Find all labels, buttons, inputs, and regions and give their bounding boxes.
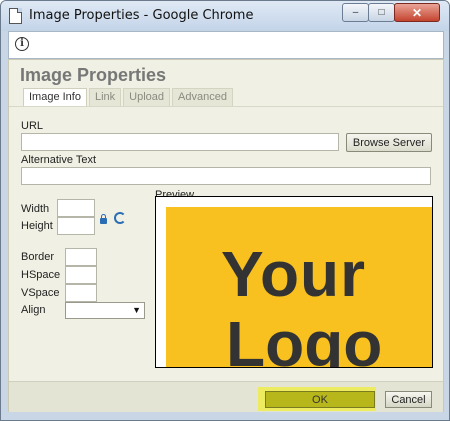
image-preview: Your Logo: [155, 196, 433, 368]
ok-button[interactable]: OK: [265, 391, 375, 408]
tab-link[interactable]: Link: [88, 88, 122, 106]
alt-text-input[interactable]: [21, 167, 431, 185]
align-label: Align: [21, 304, 46, 316]
vspace-label: VSpace: [21, 287, 60, 299]
info-bar: i: [8, 31, 444, 59]
tab-upload[interactable]: Upload: [123, 88, 171, 106]
hspace-label: HSpace: [21, 269, 61, 281]
cancel-button[interactable]: Cancel: [385, 391, 432, 408]
close-button[interactable]: ✕: [394, 3, 440, 22]
url-label: URL: [21, 120, 44, 132]
info-icon[interactable]: i: [15, 37, 29, 51]
tab-advanced[interactable]: Advanced: [172, 88, 233, 106]
chevron-down-icon: ▼: [132, 305, 141, 315]
logo-text-line-1: Your: [221, 238, 367, 310]
width-label: Width: [21, 203, 50, 215]
maximize-button[interactable]: □: [368, 3, 395, 22]
url-input[interactable]: [21, 133, 339, 151]
window-title: Image Properties - Google Chrome: [29, 8, 254, 23]
browse-server-button[interactable]: Browse Server: [346, 133, 432, 152]
hspace-input[interactable]: [65, 266, 97, 284]
page-icon: [9, 8, 22, 24]
height-label: Height: [21, 220, 53, 232]
image-properties-dialog: Image Properties Image Info Link Upload …: [8, 59, 444, 414]
dialog-footer: OK Cancel: [9, 381, 443, 414]
reset-size-icon[interactable]: [114, 212, 126, 224]
alt-text-label: Alternative Text: [21, 154, 97, 166]
border-label: Border: [21, 251, 55, 263]
dialog-title: Image Properties: [20, 65, 167, 85]
width-input[interactable]: [57, 199, 95, 217]
logo-image: Your Logo: [166, 207, 432, 368]
logo-text-line-2: Logo: [226, 308, 383, 368]
title-bar: Image Properties - Google Chrome – □ ✕: [1, 1, 449, 31]
vspace-input[interactable]: [65, 284, 97, 302]
align-select[interactable]: ▼: [65, 302, 145, 319]
minimize-button[interactable]: –: [342, 3, 369, 22]
tab-image-info[interactable]: Image Info: [23, 88, 87, 106]
lock-ratio-icon[interactable]: [100, 214, 107, 224]
window-frame-bottom: [1, 412, 449, 420]
border-input[interactable]: [65, 248, 97, 266]
browser-window: Image Properties - Google Chrome – □ ✕ i…: [0, 0, 450, 421]
height-input[interactable]: [57, 217, 95, 235]
tab-bar: Image Info Link Upload Advanced: [23, 88, 235, 106]
